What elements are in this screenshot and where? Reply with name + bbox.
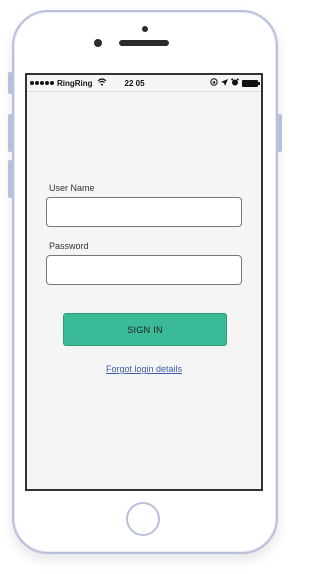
username-input[interactable] [46,197,242,227]
volume-up-button [8,114,13,152]
phone-screen: RingRing 22 05 User Name Password SIGN I… [25,73,263,491]
carrier-name: RingRing [57,78,93,88]
password-input[interactable] [46,255,242,285]
home-button[interactable] [126,502,160,536]
volume-down-button [8,160,13,198]
wifi-icon [97,77,107,89]
proximity-sensor [142,26,148,32]
alarm-clock-icon [231,78,239,88]
location-arrow-icon [221,78,228,88]
status-time: 22 05 [124,78,145,88]
sign-in-button[interactable]: SIGN IN [63,313,227,346]
rotation-lock-icon [210,78,218,88]
earpiece-speaker [119,40,169,46]
signal-dots-icon [30,81,54,85]
password-label: Password [49,241,89,251]
forgot-login-link[interactable]: Forgot login details [27,364,261,374]
username-label: User Name [49,183,95,193]
mute-switch [8,72,13,94]
power-button [277,114,282,152]
battery-icon [242,79,260,87]
status-bar: RingRing 22 05 [27,75,261,92]
front-camera [94,39,102,47]
